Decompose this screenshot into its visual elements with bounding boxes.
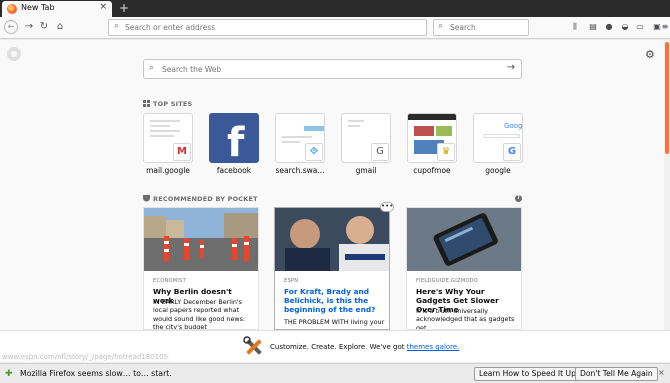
search-favicon-icon: ⟐ (305, 143, 323, 161)
story-card[interactable]: ESPN For Kraft, Brady and Belichick, is … (274, 207, 390, 330)
top-site-tile[interactable]: G (341, 113, 391, 163)
top-sites-label: TOP SITES (153, 100, 193, 108)
top-site-label[interactable]: cupofmoe (399, 166, 465, 175)
reader-icon[interactable]: ▭ (635, 22, 645, 32)
top-site-label[interactable]: mail.google (135, 166, 201, 175)
back-button[interactable]: ← (4, 20, 18, 34)
forward-button[interactable]: → (22, 20, 36, 34)
story-source: FIELDGUIDE.GIZMODO (416, 278, 478, 284)
help-icon[interactable]: ? (515, 195, 522, 202)
notification-bar: ✚ Mozilla Firefox seems slow… to… start.… (0, 363, 670, 383)
tools-icon (243, 336, 262, 355)
story-image (275, 208, 389, 271)
snippet-message: Customize. Create. Explore. We've got (270, 343, 407, 351)
gear-icon[interactable]: ⚙ (645, 48, 655, 61)
search-icon: ⌕ (438, 21, 444, 31)
tab-strip: New Tab × + (0, 0, 670, 17)
top-site-tile[interactable]: Goog G (473, 113, 523, 163)
top-site-label[interactable]: gmail (333, 166, 399, 175)
home-button[interactable]: ⌂ (53, 20, 67, 34)
top-sites-heading: TOP SITES (143, 100, 192, 108)
search-icon: ⌕ (114, 21, 120, 31)
library-icon[interactable]: ⫼ (570, 22, 580, 32)
notification-message: Mozilla Firefox seems slow… to… start. (20, 369, 172, 378)
story-source: ECONOMIST (153, 278, 186, 284)
top-site-tile[interactable]: f (209, 113, 259, 163)
search-input[interactable] (450, 22, 522, 33)
story-excerpt: IN EARLY December Berlin's local papers … (153, 298, 246, 330)
top-site-label[interactable]: search.swa... (267, 166, 333, 175)
story-excerpt: THE PROBLEM WITH living your (284, 318, 385, 326)
status-url: www.espn.com/nfl/story/_/page/hotread180… (0, 353, 171, 361)
pocket-label: RECOMMENDED BY POCKET (153, 195, 258, 203)
pocket-icon (143, 195, 150, 202)
search-icon: ⌕ (149, 63, 155, 73)
speed-up-button[interactable]: Learn How to Speed It Up (474, 367, 581, 381)
close-icon[interactable]: × (658, 368, 665, 377)
facebook-logo-icon: f (227, 120, 245, 163)
menu-icon[interactable]: ≡ (660, 22, 670, 32)
new-tab-page: ⚙ ⌕ → TOP SITES M mail.google f facebook… (0, 40, 664, 330)
story-image (407, 208, 521, 271)
snippet-text: Customize. Create. Explore. We've got th… (270, 343, 459, 351)
reload-button[interactable]: ↻ (37, 20, 51, 34)
gmail-favicon-icon: G (371, 143, 389, 161)
story-card[interactable]: ECONOMIST Why Berlin doesn't work IN EAR… (143, 207, 259, 330)
top-site-tile[interactable]: ⟐ (275, 113, 325, 163)
dont-tell-me-again-button[interactable]: Don't Tell Me Again (575, 367, 658, 381)
address-input[interactable] (125, 22, 405, 33)
top-site-label[interactable]: facebook (201, 166, 267, 175)
pocket-icon[interactable]: ◒ (620, 22, 630, 32)
firefox-logo-icon (7, 47, 21, 61)
account-icon[interactable]: ● (604, 22, 614, 32)
web-search-input[interactable] (162, 63, 482, 75)
cupofmoe-favicon-icon: ♛ (437, 143, 455, 161)
story-image (144, 208, 258, 271)
themes-link[interactable]: themes galore. (407, 343, 460, 351)
story-source: ESPN (284, 278, 299, 284)
tab-new-tab[interactable]: New Tab × (2, 1, 112, 17)
story-card[interactable]: FIELDGUIDE.GIZMODO Here's Why Your Gadge… (406, 207, 522, 330)
web-search-box[interactable]: ⌕ → (143, 59, 522, 79)
puzzle-piece-icon: ✚ (5, 369, 13, 379)
top-site-tile[interactable]: M (143, 113, 193, 163)
arrow-right-icon[interactable]: → (507, 62, 515, 73)
gmail-favicon-icon: M (173, 143, 191, 161)
pocket-heading: RECOMMENDED BY POCKET (143, 195, 258, 203)
new-tab-button[interactable]: + (119, 1, 129, 15)
top-site-tile[interactable]: ♛ (407, 113, 457, 163)
firefox-icon (7, 4, 17, 14)
address-bar[interactable]: ⌕ (108, 19, 427, 36)
close-tab-icon[interactable]: × (99, 2, 107, 12)
more-options-button[interactable]: ••• (380, 202, 394, 212)
grid-icon (143, 100, 150, 107)
tab-title: New Tab (21, 3, 55, 12)
sidebar-icon[interactable]: ▤ (588, 22, 598, 32)
navigation-toolbar: ← → ↻ ⌂ ⌕ ⌕ ⫼ ▤ ● ◒ ▭ ▣ ≡ (0, 17, 670, 39)
scrollbar-thumb[interactable] (665, 42, 669, 154)
search-bar[interactable]: ⌕ (433, 19, 529, 36)
top-site-label[interactable]: google (465, 166, 531, 175)
story-excerpt: It is a truth universally acknowledged t… (416, 307, 515, 330)
google-favicon-icon: G (503, 143, 521, 161)
story-headline: For Kraft, Brady and Belichick, is this … (284, 287, 376, 314)
